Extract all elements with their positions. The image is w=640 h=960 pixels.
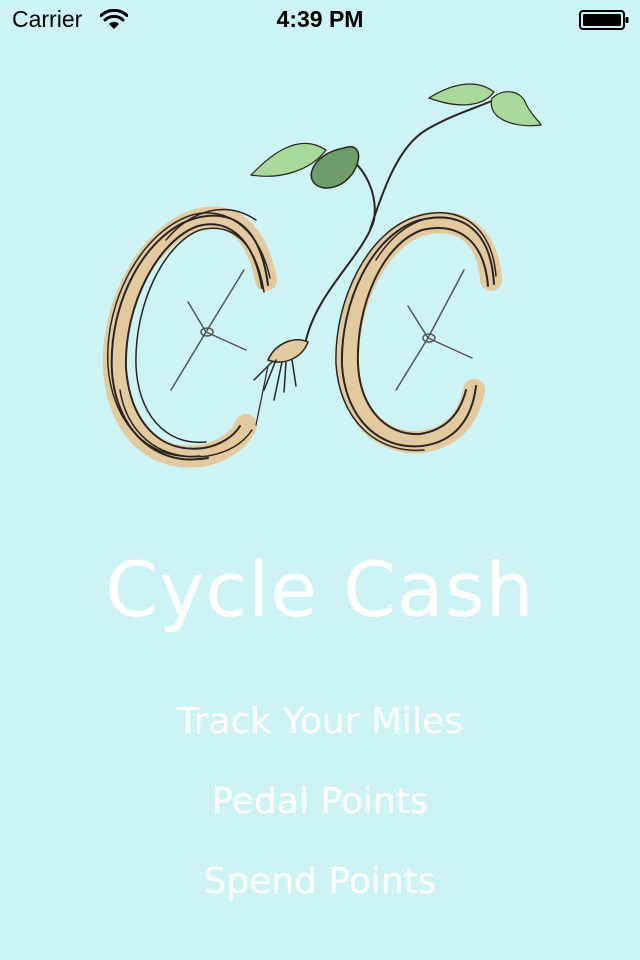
status-bar: Carrier 4:39 PM (0, 0, 640, 40)
app-title: Cycle Cash (105, 545, 535, 634)
main-menu: Track Your Miles Pedal Points Spend Poin… (0, 700, 640, 940)
clock: 4:39 PM (276, 6, 364, 32)
spend-points-button[interactable]: Spend Points (0, 860, 640, 940)
track-miles-button[interactable]: Track Your Miles (0, 700, 640, 780)
bicycle-sprout-logo (102, 83, 542, 468)
left-wheel (102, 206, 277, 468)
pedal-points-button[interactable]: Pedal Points (0, 780, 640, 860)
battery-full-icon (579, 10, 629, 30)
